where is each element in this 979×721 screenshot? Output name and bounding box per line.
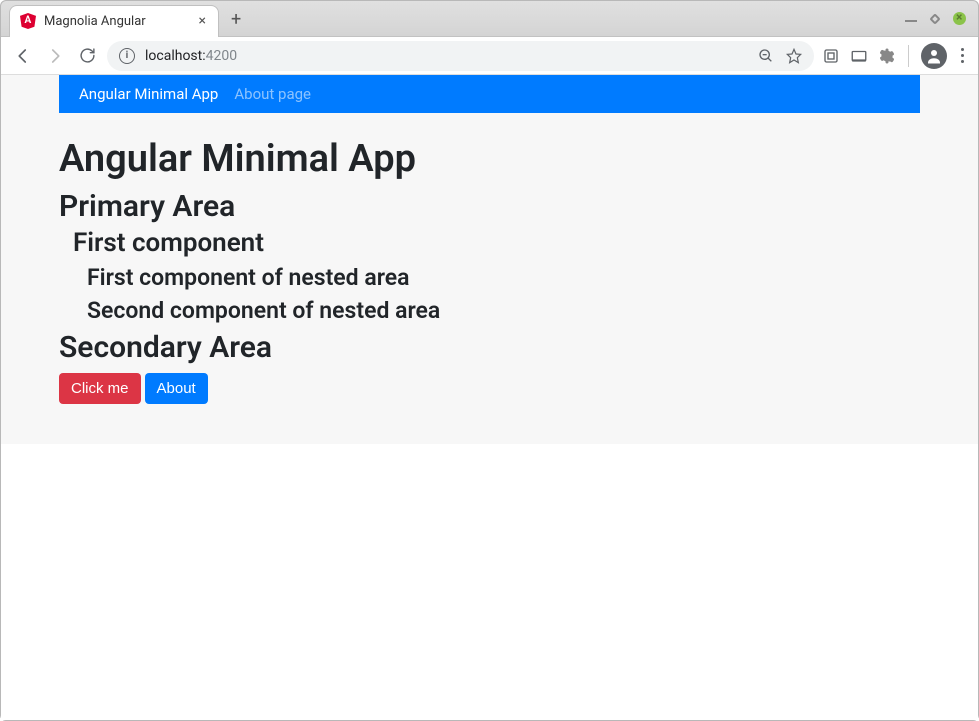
primary-area-title: Primary Area <box>59 189 920 224</box>
page-content: Angular Minimal App Primary Area First c… <box>1 113 978 404</box>
star-icon[interactable] <box>786 48 802 64</box>
browser-toolbar: i localhost:4200 <box>1 37 978 75</box>
toolbar-right <box>822 43 968 69</box>
url-text: localhost:4200 <box>145 48 748 64</box>
extension-icon-2[interactable] <box>850 47 868 65</box>
nested-component-title: First component of nested area <box>87 264 920 291</box>
info-icon[interactable]: i <box>119 48 135 64</box>
tab-strip: Magnolia Angular × + <box>1 1 978 37</box>
reload-button[interactable] <box>75 44 99 68</box>
address-bar[interactable]: i localhost:4200 <box>107 41 814 71</box>
nav-link-home[interactable]: Angular Minimal App <box>79 85 218 103</box>
extension-icon-1[interactable] <box>822 47 840 65</box>
browser-tab[interactable]: Magnolia Angular × <box>9 5 219 37</box>
toolbar-divider <box>908 45 909 67</box>
page-body: Angular Minimal App About page Angular M… <box>1 75 978 444</box>
window-controls <box>905 12 970 25</box>
url-host: localhost: <box>145 48 206 64</box>
click-me-button[interactable]: Click me <box>59 373 141 404</box>
window-close-icon[interactable] <box>953 12 966 25</box>
zoom-icon[interactable] <box>758 48 774 64</box>
new-tab-button[interactable]: + <box>231 9 241 30</box>
about-button[interactable]: About <box>145 373 208 404</box>
close-icon[interactable]: × <box>197 12 208 30</box>
secondary-area-title: Secondary Area <box>59 330 920 365</box>
minimize-icon[interactable] <box>905 16 917 22</box>
browser-window: Magnolia Angular × + i localhost:4200 <box>0 0 979 721</box>
nav-link-about[interactable]: About page <box>234 85 311 103</box>
page-title: Angular Minimal App <box>59 137 920 181</box>
component-title: First component <box>73 228 920 258</box>
menu-button[interactable] <box>957 44 968 67</box>
angular-icon <box>20 13 36 29</box>
url-actions <box>758 48 802 64</box>
maximize-icon[interactable] <box>929 13 940 24</box>
tab-title: Magnolia Angular <box>44 14 189 29</box>
nested-component-title: Second component of nested area <box>87 297 920 324</box>
viewport: Angular Minimal App About page Angular M… <box>1 75 978 720</box>
button-row: Click me About <box>59 373 920 404</box>
forward-button[interactable] <box>43 44 67 68</box>
app-navbar: Angular Minimal App About page <box>59 75 920 113</box>
url-port: 4200 <box>206 48 237 64</box>
back-button[interactable] <box>11 44 35 68</box>
profile-button[interactable] <box>921 43 947 69</box>
extension-gear-icon[interactable] <box>878 47 896 65</box>
